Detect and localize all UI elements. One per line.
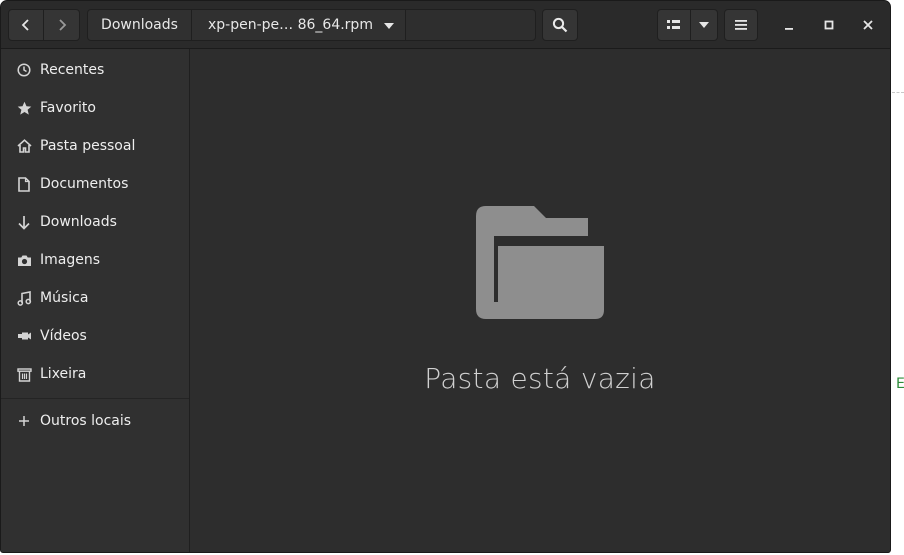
file-view[interactable]: Pasta está vazia — [190, 49, 890, 552]
video-icon — [16, 328, 32, 344]
background-text: E — [896, 376, 904, 392]
background-divider — [892, 92, 904, 93]
sidebar-item-label: Lixeira — [40, 366, 87, 382]
breadcrumb-downloads[interactable]: Downloads — [87, 9, 192, 41]
sidebar-item-label: Documentos — [40, 176, 129, 192]
sidebar-item-label: Downloads — [40, 214, 117, 230]
navigation-buttons — [8, 9, 80, 41]
breadcrumb-label: xp-pen-pe… 86_64.rpm — [208, 17, 373, 33]
download-arrow-icon — [16, 214, 32, 230]
sidebar-item-lixeira[interactable]: Lixeira — [1, 355, 189, 393]
view-options-button[interactable] — [690, 9, 718, 41]
triangle-down-icon — [699, 22, 709, 28]
clock-icon — [16, 62, 32, 78]
maximize-button[interactable] — [816, 13, 842, 37]
triangle-down-icon — [384, 23, 394, 29]
back-button[interactable] — [8, 9, 44, 41]
view-mode-button[interactable] — [657, 9, 691, 41]
headerbar: Downloads xp-pen-pe… 86_64.rpm — [1, 1, 890, 49]
sidebar-item-label: Favorito — [40, 100, 96, 116]
menu-button[interactable] — [724, 9, 758, 41]
forward-button[interactable] — [44, 9, 80, 41]
sidebar: Recentes Favorito Pasta pessoal Document… — [1, 49, 190, 552]
plus-icon — [16, 413, 32, 429]
breadcrumb-label: Downloads — [101, 17, 178, 33]
file-manager-window: Downloads xp-pen-pe… 86_64.rpm Recentes … — [0, 0, 891, 553]
sidebar-item-downloads[interactable]: Downloads — [1, 203, 189, 241]
folder-icon — [476, 206, 604, 319]
sidebar-item-musica[interactable]: Música — [1, 279, 189, 317]
music-note-icon — [16, 290, 32, 306]
close-icon — [863, 20, 873, 30]
sidebar-item-pasta-pessoal[interactable]: Pasta pessoal — [1, 127, 189, 165]
breadcrumb: Downloads xp-pen-pe… 86_64.rpm — [87, 9, 536, 41]
empty-folder-message: Pasta está vazia — [424, 362, 656, 395]
breadcrumb-current-file[interactable]: xp-pen-pe… 86_64.rpm — [192, 9, 406, 41]
chevron-right-icon — [58, 19, 66, 31]
sidebar-item-label: Vídeos — [40, 328, 87, 344]
breadcrumb-empty-space — [406, 9, 536, 41]
sidebar-item-label: Imagens — [40, 252, 101, 268]
sidebar-item-label: Recentes — [40, 62, 105, 78]
sidebar-item-videos[interactable]: Vídeos — [1, 317, 189, 355]
hamburger-menu-icon — [735, 20, 747, 30]
minimize-button[interactable] — [776, 13, 802, 37]
camera-icon — [16, 252, 32, 268]
home-icon — [16, 138, 32, 154]
sidebar-item-documentos[interactable]: Documentos — [1, 165, 189, 203]
search-button[interactable] — [542, 9, 578, 41]
sidebar-item-favorito[interactable]: Favorito — [1, 89, 189, 127]
star-icon — [16, 100, 32, 116]
sidebar-item-label: Outros locais — [40, 413, 132, 429]
sidebar-item-label: Música — [40, 290, 89, 306]
sidebar-item-outros-locais[interactable]: Outros locais — [1, 402, 189, 440]
trash-icon — [16, 366, 32, 382]
minimize-icon — [785, 28, 793, 30]
sidebar-item-imagens[interactable]: Imagens — [1, 241, 189, 279]
search-icon — [552, 17, 568, 33]
sidebar-separator — [1, 398, 189, 399]
sidebar-item-recentes[interactable]: Recentes — [1, 51, 189, 89]
close-button[interactable] — [855, 13, 881, 37]
chevron-left-icon — [21, 19, 29, 31]
list-view-icon — [667, 20, 680, 29]
maximize-icon — [824, 20, 834, 30]
document-icon — [16, 176, 32, 192]
sidebar-item-label: Pasta pessoal — [40, 138, 136, 154]
